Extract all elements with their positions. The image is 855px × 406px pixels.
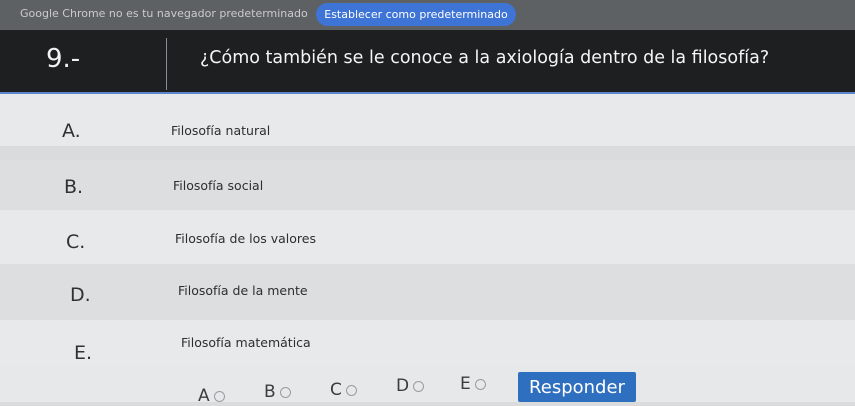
option-label: Filosofía matemática [181,335,311,350]
answer-choice-e[interactable]: E [460,374,486,394]
infobar-message: Google Chrome no es tu navegador predete… [20,7,308,20]
option-letter: B. [64,176,84,198]
option-e[interactable]: E. Filosofía matemática [0,320,855,366]
radio-icon [413,380,425,392]
option-letter: D. [70,284,91,306]
set-default-button[interactable]: Establecer como predeterminado [316,3,516,26]
answer-choice-b[interactable]: B [264,382,291,402]
option-c[interactable]: C. Filosofía de los valores [0,210,855,264]
option-letter: A. [62,120,81,142]
header-divider [166,38,167,90]
question-number: 9.- [46,44,81,74]
option-a[interactable]: A. Filosofía natural [0,94,855,146]
default-browser-infobar: Google Chrome no es tu navegador predete… [0,0,855,30]
option-letter: C. [66,231,86,253]
answer-selector: A B C D E [0,366,855,406]
answer-choice-c[interactable]: C [330,380,357,400]
option-letter: E. [74,342,93,364]
answer-choice-d[interactable]: D [396,376,425,396]
option-d[interactable]: D. Filosofía de la mente [0,264,855,320]
option-label: Filosofía de los valores [175,231,316,246]
radio-icon [279,386,291,398]
option-label: Filosofía social [173,178,264,193]
question-text: ¿Cómo también se le conoce a la axiologí… [200,48,770,68]
radio-icon [345,384,357,396]
question-header: 9.- ¿Cómo también se le conoce a la axio… [0,30,855,92]
respond-button[interactable]: Responder [518,372,636,402]
answer-choice-a[interactable]: A [198,386,225,406]
radio-icon [213,390,225,402]
radio-icon [474,378,486,390]
option-label: Filosofía natural [171,123,271,138]
option-b[interactable]: B. Filosofía social [0,160,855,210]
option-label: Filosofía de la mente [178,283,308,298]
